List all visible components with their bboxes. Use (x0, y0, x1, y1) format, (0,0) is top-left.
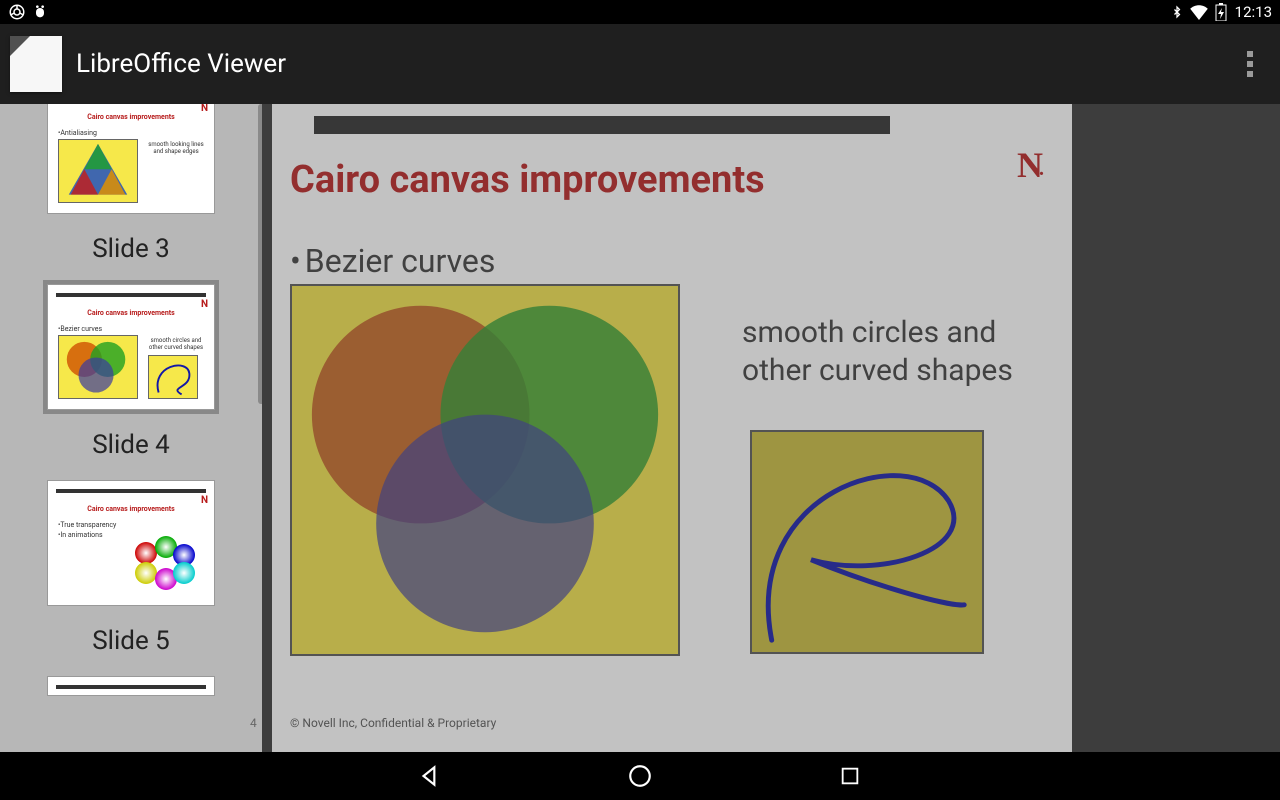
slide-label: Slide 5 (0, 610, 262, 666)
venn-diagram-graphic (290, 284, 680, 656)
status-time: 12:13 (1235, 3, 1272, 21)
kebab-icon (1247, 51, 1253, 77)
android-debug-icon (32, 3, 48, 21)
nav-recents-button[interactable] (835, 761, 865, 791)
slide-canvas: N Cairo canvas improvements Bezier curve… (272, 104, 1072, 752)
chrome-icon (8, 3, 26, 21)
slide-label: Slide 4 (0, 414, 262, 470)
slide-title: Cairo canvas improvements (290, 158, 765, 202)
battery-charging-icon (1215, 3, 1227, 21)
novell-logo: N (1017, 144, 1048, 186)
android-status-bar: 12:13 (0, 0, 1280, 24)
slide-page-number: 4 (250, 716, 257, 730)
slide-view-area[interactable]: N Cairo canvas improvements Bezier curve… (262, 104, 1280, 752)
nav-back-button[interactable] (415, 761, 445, 791)
content-body: N Cairo canvas improvements •Antialiasin… (0, 104, 1280, 752)
app-title: LibreOffice Viewer (76, 49, 286, 79)
app-action-bar: LibreOffice Viewer (0, 24, 1280, 104)
libreoffice-icon (10, 36, 62, 92)
bluetooth-icon (1171, 3, 1183, 21)
slide-thumb-item[interactable] (0, 676, 262, 696)
slide-thumb-item[interactable]: N Cairo canvas improvements •True transp… (0, 480, 262, 666)
slide-thumb-item[interactable]: N Cairo canvas improvements •Bezier curv… (0, 284, 262, 470)
bezier-curve-graphic (750, 430, 984, 654)
overflow-menu-button[interactable] (1230, 44, 1270, 84)
wifi-icon (1189, 4, 1209, 20)
slide-bullet-text: Bezier curves (290, 242, 495, 280)
slide-thumb-item[interactable]: N Cairo canvas improvements •Antialiasin… (0, 104, 262, 274)
slide-footer: © Novell Inc, Confidential & Proprietary (290, 716, 496, 730)
slide-label: Slide 3 (0, 218, 262, 274)
android-nav-bar (0, 752, 1280, 800)
nav-home-button[interactable] (625, 761, 655, 791)
slide-caption-text: smooth circles and other curved shapes (742, 314, 1052, 389)
slide-header-bar (314, 116, 890, 134)
slide-thumbnail-panel[interactable]: N Cairo canvas improvements •Antialiasin… (0, 104, 262, 752)
